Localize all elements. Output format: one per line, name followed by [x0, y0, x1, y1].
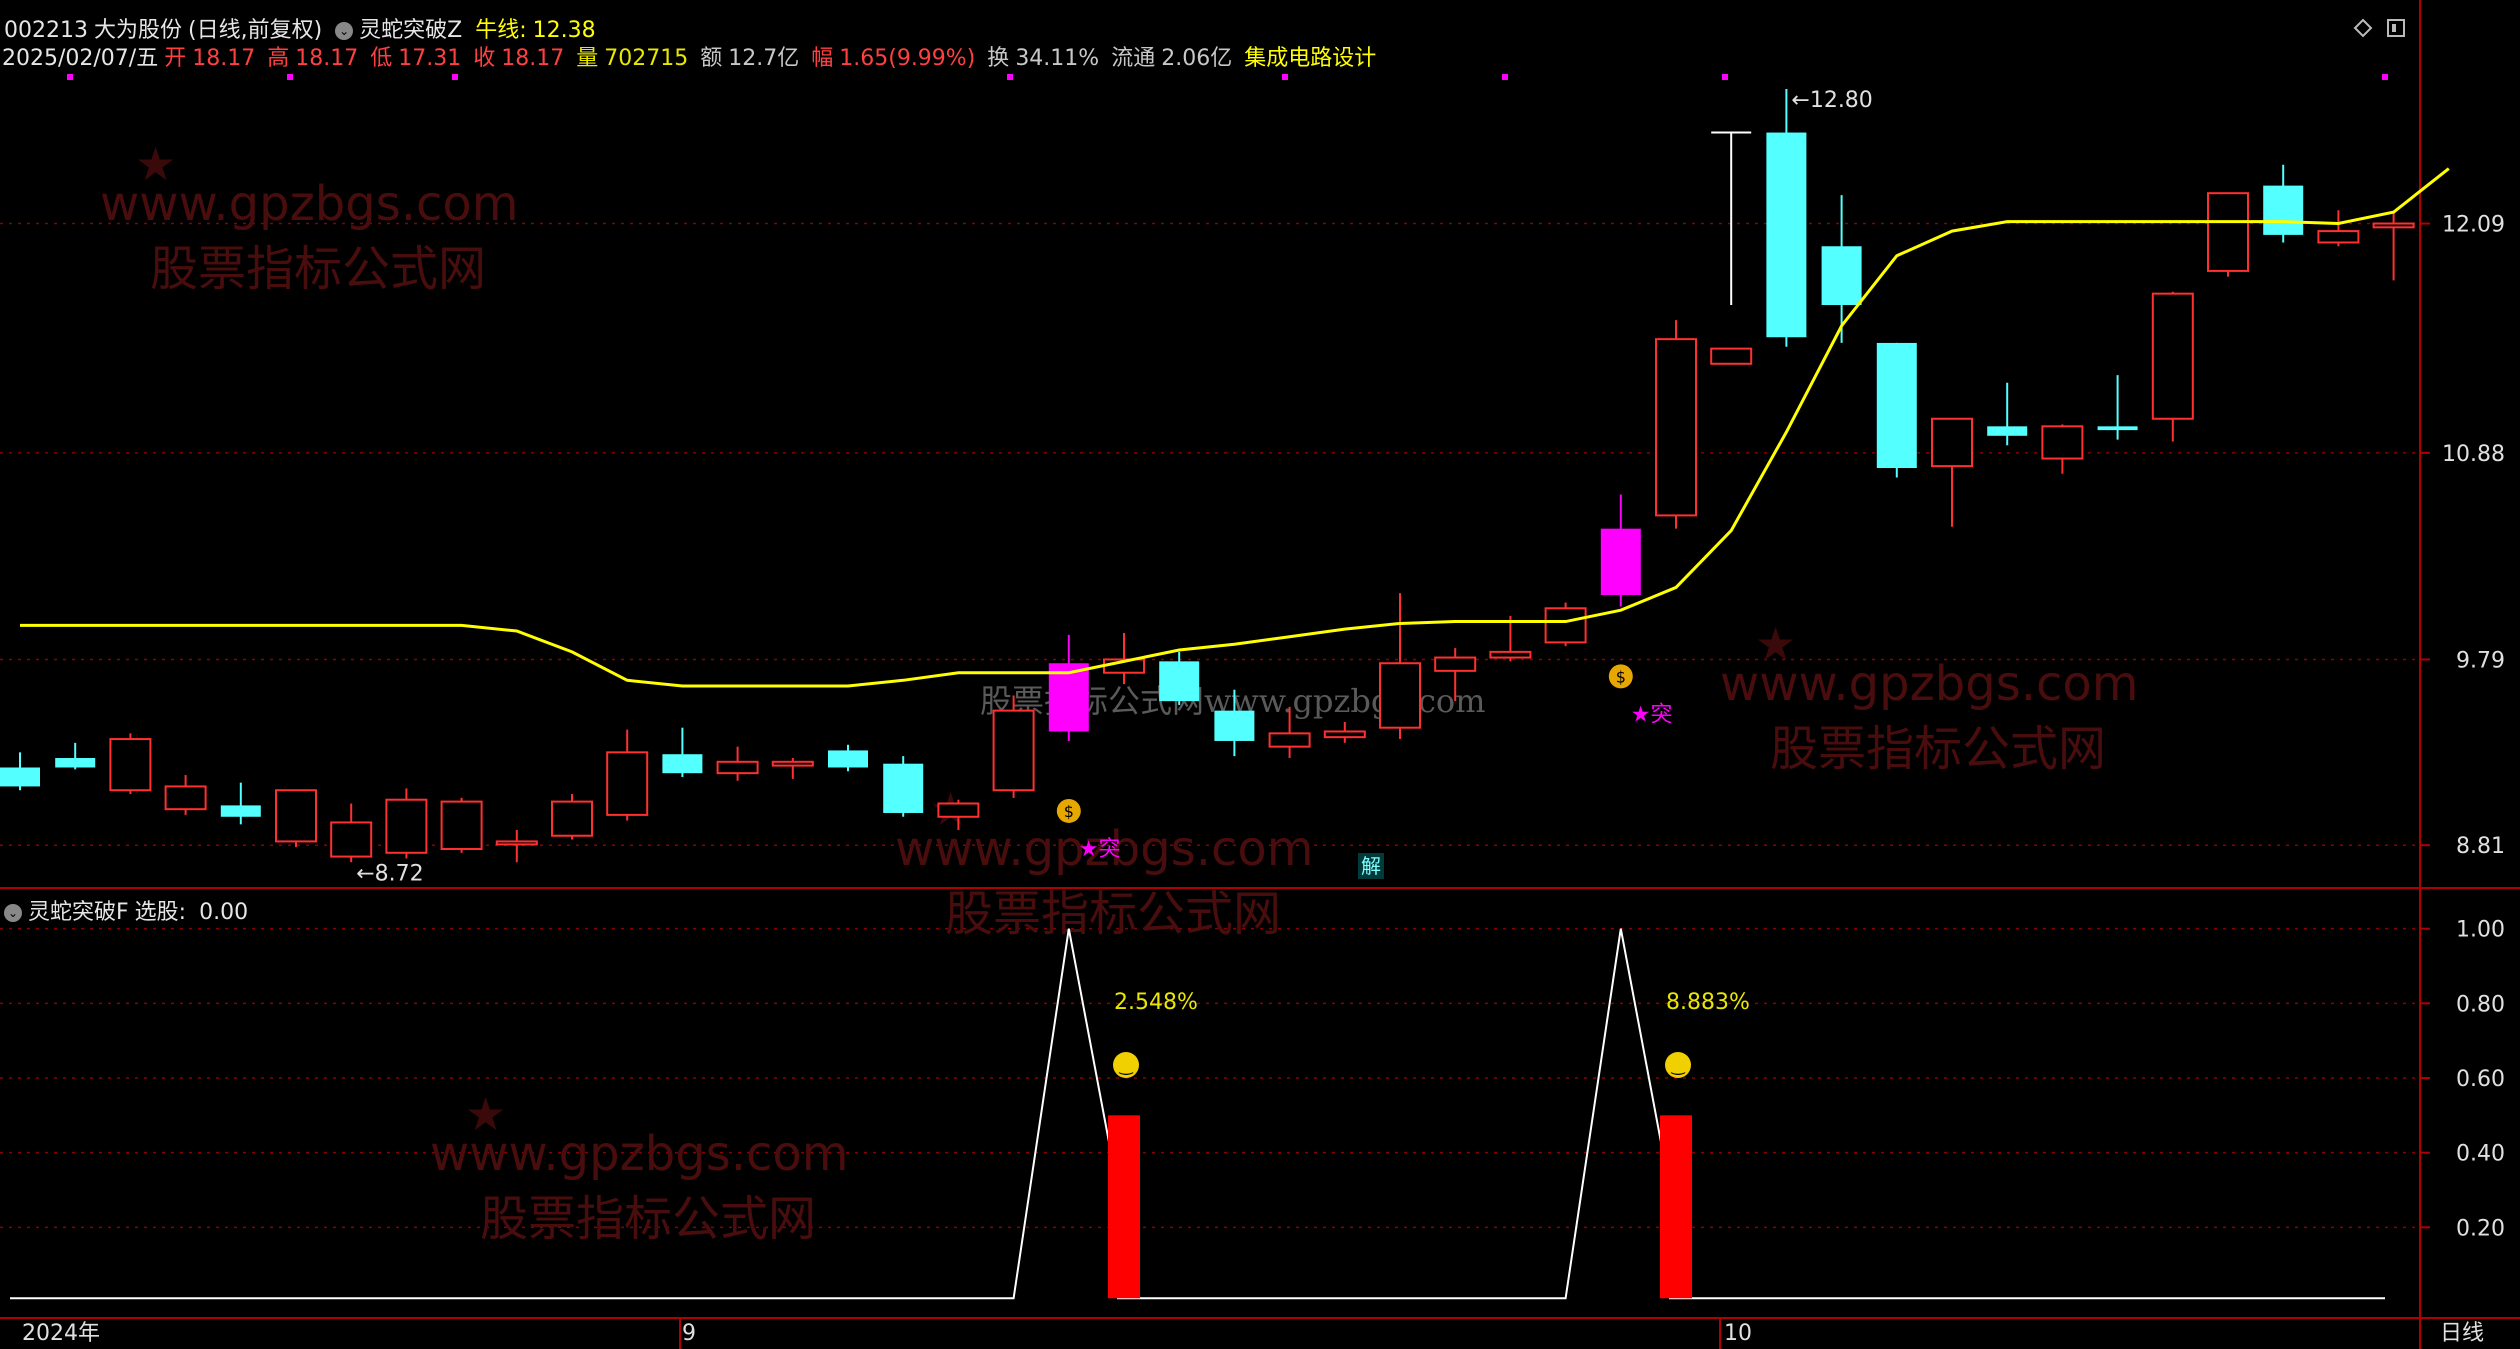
marker-dot [2382, 74, 2388, 80]
candle-body [385, 798, 428, 854]
signal-bar [1108, 1115, 1140, 1299]
candle-body [2372, 222, 2415, 229]
candle-body [1214, 710, 1255, 741]
candle-body [0, 767, 40, 787]
candle-body [2097, 426, 2138, 431]
candle-body [55, 758, 96, 768]
percent-label: 8.883% [1666, 990, 1750, 1015]
marker-dot [452, 74, 458, 80]
chart-canvas[interactable]: 12.0910.889.798.811.000.800.600.400.20★w… [0, 0, 2520, 1349]
watermark-url: www.gpzbgs.com [430, 1126, 848, 1182]
candle-body [1710, 347, 1753, 365]
candle-body [275, 789, 317, 843]
candle-body [330, 821, 373, 858]
candle-body [828, 750, 868, 768]
watermark-url: www.gpzbgs.com [100, 176, 518, 232]
candle-body [1821, 246, 1862, 306]
signal-bar [1660, 1115, 1692, 1299]
marker-dot [67, 74, 73, 80]
smiley-glyph: ‿ [1671, 1056, 1686, 1076]
candle-body [937, 802, 980, 818]
candle-body [220, 805, 261, 817]
candle-body [1766, 132, 1807, 338]
window-icon-inner [2392, 24, 2396, 32]
candle-body [495, 840, 538, 846]
candle-body [2317, 230, 2360, 244]
y-tick-label: 1.00 [2456, 918, 2505, 943]
candle-body [716, 760, 759, 775]
candle-body [164, 785, 207, 811]
watermark-cn: 股票指标公式网 [945, 886, 1281, 942]
candle-body [1987, 426, 2028, 436]
signal-label: ★突 [1631, 702, 1673, 727]
candle-body [771, 760, 814, 767]
candle-body [1544, 607, 1587, 644]
x-label-month: 9 [682, 1321, 696, 1346]
x-label-year: 2024年 [22, 1321, 100, 1346]
candle-body [992, 709, 1035, 792]
x-label-month: 10 [1724, 1321, 1752, 1346]
candle-body [1655, 338, 1697, 517]
y-tick-label: 8.81 [2456, 834, 2505, 859]
y-tick-label: 10.88 [2442, 442, 2505, 467]
watermark-cn: 股票指标公式网 [150, 241, 486, 297]
candle-body [2207, 192, 2249, 272]
y-tick-label: 0.20 [2456, 1216, 2505, 1241]
candle-body [883, 763, 924, 813]
candle-body [1379, 662, 1421, 729]
candle-body [1489, 650, 1532, 659]
candle-body [1434, 656, 1477, 672]
watermark-cn: 股票指标公式网 [480, 1191, 816, 1247]
candle-body [1159, 661, 1200, 702]
y-tick-label: 0.60 [2456, 1067, 2505, 1092]
y-tick-label: 0.80 [2456, 992, 2505, 1017]
candle-body [606, 751, 649, 816]
watermark-url: www.gpzbgs.com [1720, 656, 2138, 712]
price-annotation: ←12.80 [1791, 88, 1872, 113]
candle-body [1876, 342, 1917, 469]
candle-body [2041, 425, 2084, 460]
candle-body [1323, 730, 1366, 739]
candle-body [440, 800, 483, 850]
money-bag-glyph: $ [1064, 802, 1074, 821]
candle-body [1931, 417, 1973, 468]
marker-dot [1502, 74, 1508, 80]
y-tick-label: 12.09 [2442, 213, 2505, 238]
candle-body [551, 800, 593, 837]
misc-label: 解 [1361, 854, 1381, 878]
candle-body [109, 738, 152, 792]
candle-body [662, 754, 703, 774]
candle-body [2151, 292, 2194, 420]
y-tick-label: 0.40 [2456, 1142, 2505, 1167]
smiley-glyph: ‿ [1119, 1056, 1134, 1076]
price-annotation: ←8.72 [356, 861, 423, 886]
watermark-cn: 股票指标公式网 [1770, 721, 2106, 777]
candle-body [1268, 732, 1311, 748]
marker-dot [1722, 74, 1728, 80]
money-bag-glyph: $ [1616, 667, 1626, 686]
period-label: 日线 [2440, 1321, 2484, 1346]
percent-label: 2.548% [1114, 990, 1198, 1015]
signal-label: ★突 [1079, 837, 1121, 862]
diamond-icon[interactable] [2353, 18, 2373, 38]
signal-line [10, 928, 2385, 1300]
candle-body [2263, 185, 2304, 235]
marker-dot [1007, 74, 1013, 80]
marker-dot [287, 74, 293, 80]
candle-body [1600, 528, 1641, 596]
y-tick-label: 9.79 [2456, 648, 2505, 673]
marker-dot [1282, 74, 1288, 80]
